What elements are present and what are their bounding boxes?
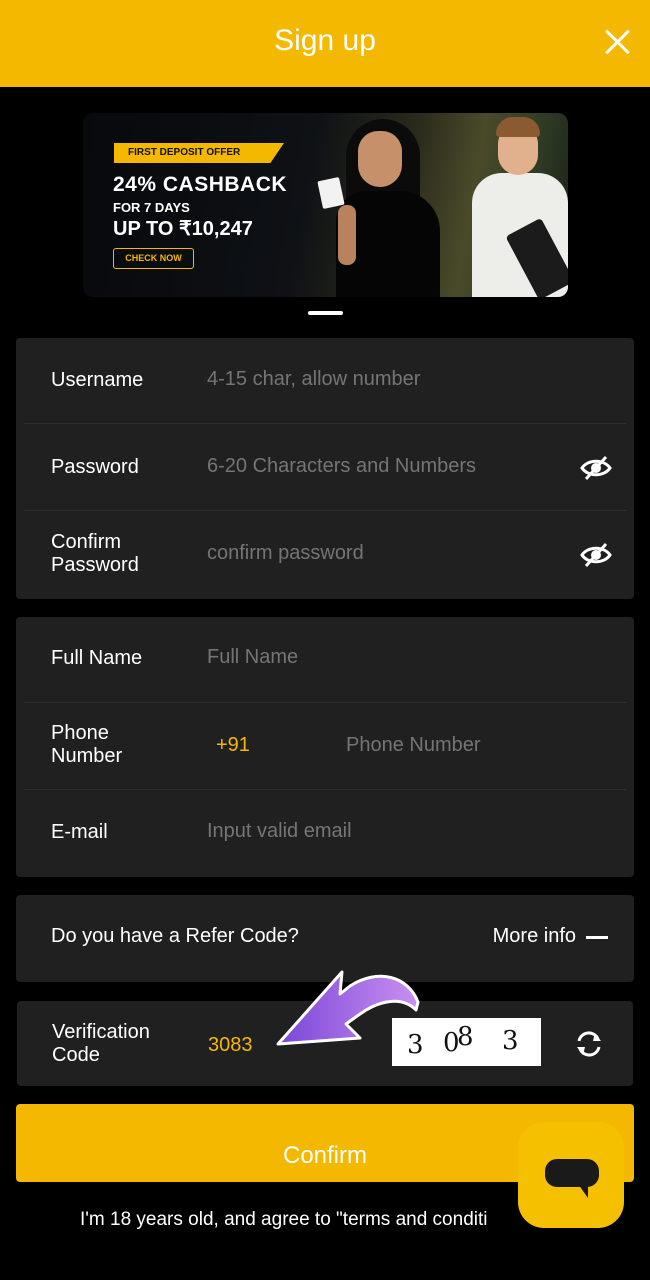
promo-banner[interactable]: FIRST DEPOSIT OFFER 24% CASHBACK FOR 7 D…: [83, 113, 568, 297]
phone-row: Phone Number +91: [24, 704, 626, 790]
phone-label: Phone Number: [51, 722, 123, 767]
account-card: Username Password Confirm Password: [16, 338, 634, 599]
username-row: Username: [24, 338, 626, 424]
full-name-row: Full Name: [24, 617, 626, 703]
email-row: E-mail: [24, 791, 626, 877]
full-name-input[interactable]: [207, 646, 557, 669]
carousel-indicator[interactable]: [308, 311, 343, 315]
chat-support-button[interactable]: [518, 1122, 624, 1228]
email-label: E-mail: [51, 821, 108, 843]
profile-card: Full Name Phone Number +91 E-mail: [16, 617, 634, 877]
terms-agreement[interactable]: I'm 18 years old, and agree to "terms an…: [80, 1209, 487, 1231]
chat-icon: [545, 1159, 599, 1187]
verification-code-input[interactable]: 3083: [208, 1034, 253, 1057]
captcha-digit: 8: [457, 1022, 474, 1052]
arrow-icon: [276, 970, 420, 1046]
phone-input[interactable]: [346, 734, 606, 757]
collapse-icon[interactable]: [586, 936, 608, 939]
check-now-button[interactable]: CHECK NOW: [113, 248, 194, 269]
country-code-selector[interactable]: +91: [216, 734, 250, 757]
refresh-icon[interactable]: [574, 1029, 604, 1059]
confirm-password-input[interactable]: [207, 542, 557, 565]
eye-slash-icon[interactable]: [580, 542, 612, 568]
banner-cricketer-image: [468, 113, 568, 297]
header: Sign up: [0, 0, 650, 87]
full-name-label: Full Name: [51, 647, 143, 669]
refer-question: Do you have a Refer Code?: [51, 925, 299, 947]
username-label: Username: [51, 369, 144, 391]
more-info-link[interactable]: More info: [493, 925, 576, 948]
eye-slash-icon[interactable]: [580, 455, 612, 481]
banner-subline: FOR 7 DAYS: [113, 200, 190, 215]
confirm-password-label: Confirm Password: [51, 531, 139, 576]
username-input[interactable]: [207, 368, 557, 391]
password-label: Password: [51, 456, 139, 478]
password-row: Password: [24, 425, 626, 511]
banner-woman-image: [317, 113, 440, 297]
banner-amount: UP TO ₹10,247: [113, 218, 253, 240]
verification-label: Verification Code: [52, 1021, 150, 1066]
close-icon[interactable]: [604, 28, 630, 56]
confirm-password-row: Confirm Password: [24, 512, 626, 598]
offer-tag: FIRST DEPOSIT OFFER: [114, 143, 284, 163]
banner-headline: 24% CASHBACK: [113, 173, 288, 196]
page-title: Sign up: [274, 24, 376, 57]
password-input[interactable]: [207, 455, 557, 478]
captcha-digit: 3: [502, 1026, 519, 1056]
email-input[interactable]: [207, 820, 557, 843]
